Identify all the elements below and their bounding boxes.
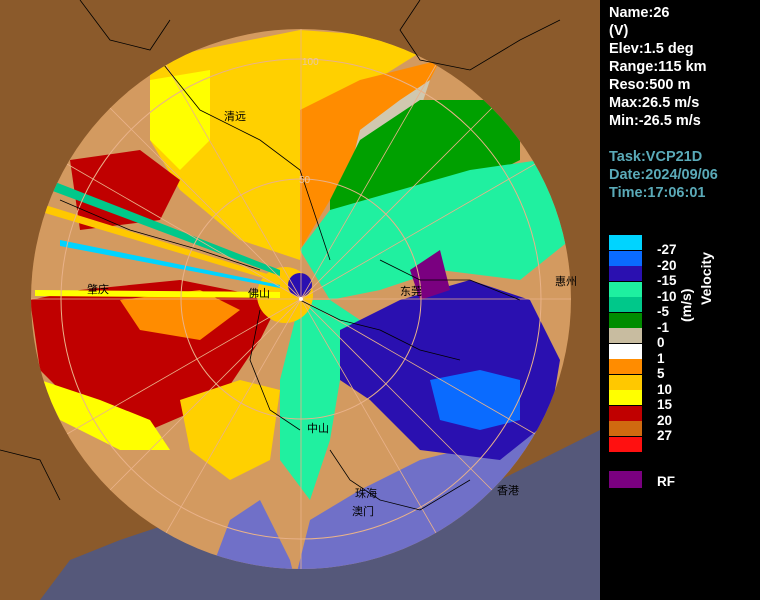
task-name: Task:VCP21D bbox=[609, 149, 703, 165]
legend-swatch bbox=[609, 436, 642, 452]
city-zhuhai: 珠海 bbox=[355, 486, 377, 500]
legend-swatch bbox=[609, 421, 642, 436]
legend-swatch bbox=[609, 405, 642, 421]
city-zhaoqing: 肇庆 bbox=[87, 282, 109, 296]
radar-site-marker bbox=[299, 297, 303, 301]
legend-label: 27 bbox=[657, 428, 673, 443]
legend-swatch bbox=[609, 250, 642, 266]
legend-label: 15 bbox=[657, 397, 673, 412]
legend-label: -5 bbox=[657, 304, 670, 319]
legend-swatch bbox=[609, 281, 642, 297]
scan-time: Time:17:06:01 bbox=[609, 185, 706, 201]
legend-label: 0 bbox=[657, 335, 665, 350]
legend-swatch-rf bbox=[609, 471, 642, 488]
radar-name: Name:26 bbox=[609, 5, 670, 21]
range-label-50: 50 bbox=[299, 175, 311, 186]
legend-swatch bbox=[609, 390, 642, 405]
legend-label: -15 bbox=[657, 273, 677, 288]
legend-swatch bbox=[609, 374, 642, 390]
city-zhongshan: 中山 bbox=[307, 422, 329, 435]
legend-swatch bbox=[609, 235, 642, 250]
city-qingyuan: 清远 bbox=[224, 110, 246, 123]
scan-date: Date:2024/09/06 bbox=[609, 167, 718, 183]
legend-title: Velocity bbox=[698, 252, 714, 305]
legend-label: 1 bbox=[657, 350, 665, 366]
legend-swatch bbox=[609, 266, 642, 281]
legend-swatch bbox=[609, 312, 642, 328]
legend-swatch bbox=[609, 343, 642, 359]
legend-label: 5 bbox=[657, 366, 665, 381]
city-huizhou: 惠州 bbox=[555, 274, 577, 288]
legend-label-rf: RF bbox=[657, 474, 675, 489]
resolution: Reso:500 m bbox=[609, 77, 691, 93]
legend-label: -1 bbox=[657, 319, 670, 335]
elevation: Elev:1.5 deg bbox=[609, 41, 694, 57]
radar-mode: (V) bbox=[609, 23, 629, 39]
range-label-100: 100 bbox=[302, 57, 319, 68]
city-foshan: 佛山 bbox=[248, 287, 270, 300]
legend-label: -20 bbox=[657, 257, 677, 273]
city-macau: 澳门 bbox=[352, 504, 374, 518]
max-value: Max:26.5 m/s bbox=[609, 95, 700, 111]
min-value: Min:-26.5 m/s bbox=[609, 113, 701, 129]
legend-label: 20 bbox=[657, 412, 673, 428]
radar-map: 100 50 清远 佛山 东莞 惠州 中山 珠海 澳门 香港 肇庆 bbox=[0, 0, 600, 600]
legend-swatch bbox=[609, 297, 642, 312]
legend-swatch bbox=[609, 359, 642, 374]
city-hongkong: 香港 bbox=[497, 484, 519, 497]
legend-label: -10 bbox=[657, 288, 677, 304]
legend-units: (m/s) bbox=[678, 288, 694, 322]
legend-label: 10 bbox=[657, 381, 673, 397]
legend-swatch bbox=[609, 328, 642, 343]
range: Range:115 km bbox=[609, 59, 707, 75]
city-dongguan: 东莞 bbox=[400, 285, 422, 298]
legend-label: -27 bbox=[657, 242, 677, 257]
